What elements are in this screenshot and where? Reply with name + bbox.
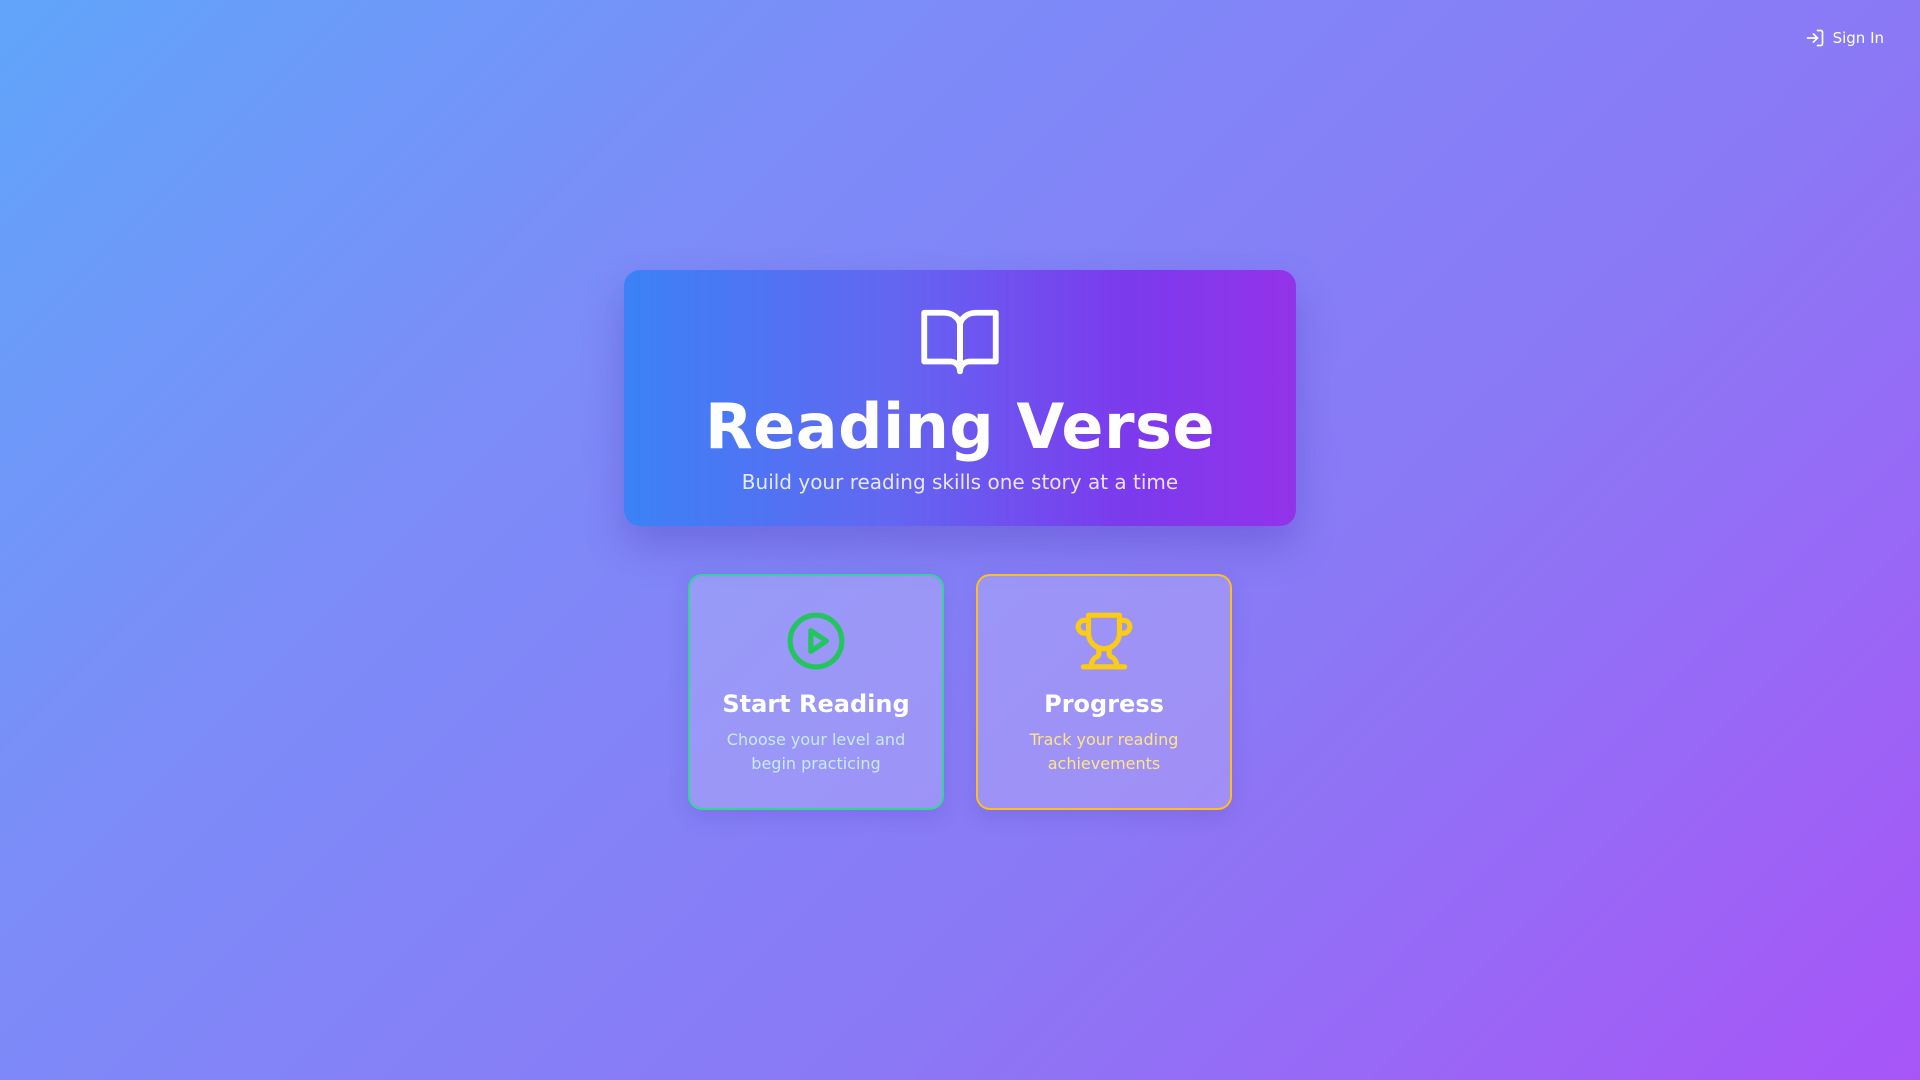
app-title: Reading Verse: [704, 390, 1216, 463]
log-in-icon: [1806, 29, 1823, 47]
trophy-icon: [1075, 612, 1133, 670]
progress-title: Progress: [1044, 690, 1164, 718]
sign-in-label: Sign In: [1832, 29, 1884, 47]
sign-in-button[interactable]: Sign In: [1799, 24, 1890, 52]
app-subtitle: Build your reading skills one story at a…: [741, 470, 1179, 494]
play-circle-icon: [787, 612, 845, 670]
book-open-icon: [921, 309, 999, 375]
progress-card[interactable]: Progress Track your reading achievements: [976, 574, 1232, 810]
start-reading-title: Start Reading: [722, 690, 910, 718]
progress-description: Track your reading achievements: [1029, 730, 1179, 773]
start-reading-description: Choose your level and begin practicing: [726, 730, 906, 773]
hero-banner: Reading Verse Build your reading skills …: [624, 270, 1296, 526]
start-reading-card[interactable]: Start Reading Choose your level and begi…: [688, 574, 944, 810]
